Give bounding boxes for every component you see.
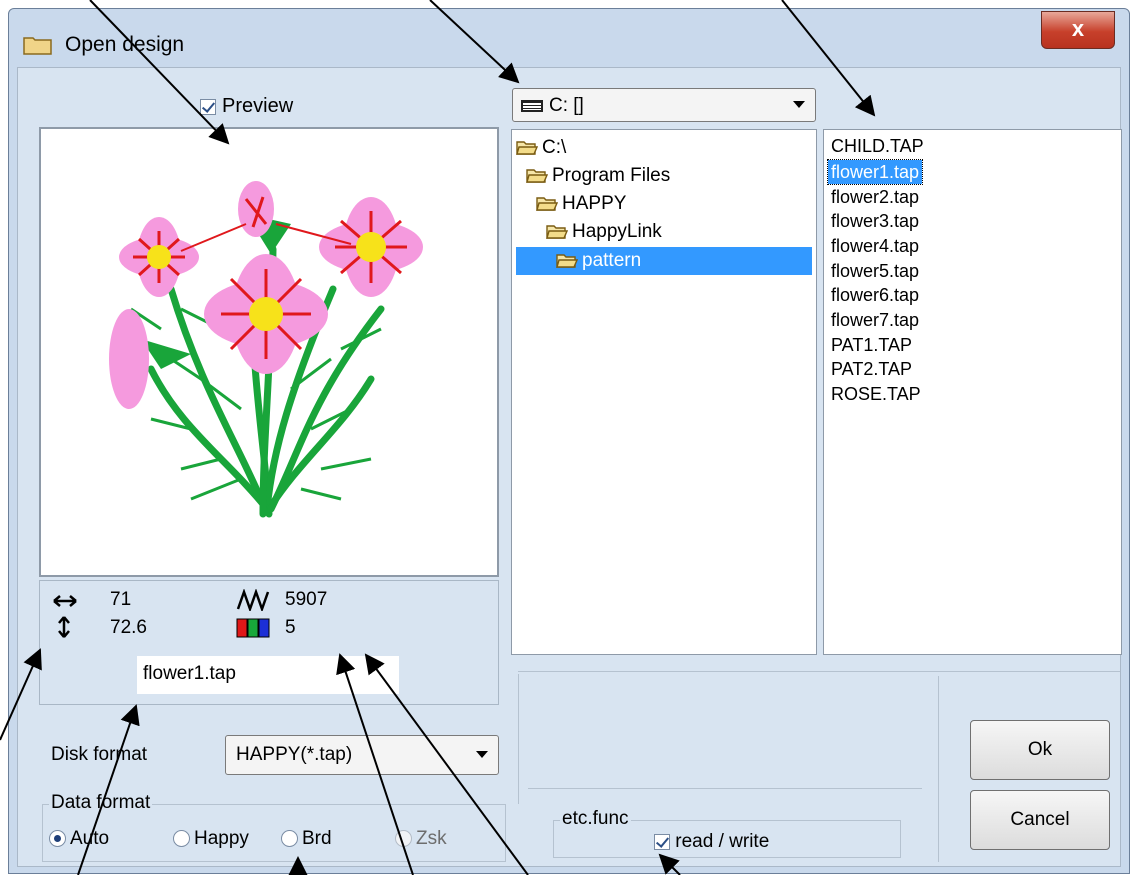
open-design-dialog: Open design x Preview 71 72.6 5907 5 flo… xyxy=(8,8,1130,874)
close-button[interactable]: x xyxy=(1041,11,1115,49)
width-arrow-icon xyxy=(53,595,77,607)
list-item-selected[interactable]: flower1.tap xyxy=(826,159,924,185)
tree-item-pattern[interactable]: pattern xyxy=(516,247,812,275)
design-preview xyxy=(39,127,499,577)
color-spools-icon xyxy=(236,618,270,638)
file-list[interactable]: CHILD.TAP flower1.tap flower2.tap flower… xyxy=(823,129,1122,655)
separator xyxy=(938,676,939,862)
folder-open-icon xyxy=(526,169,548,183)
disk-format-value: HAPPY(*.tap) xyxy=(236,744,353,765)
folder-open-icon xyxy=(546,225,568,239)
list-item[interactable]: PAT2.TAP xyxy=(828,357,915,381)
tree-item-root[interactable]: C:\ xyxy=(516,134,566,162)
drive-icon xyxy=(521,100,543,112)
window-title: Open design xyxy=(65,33,185,56)
list-item[interactable]: flower5.tap xyxy=(828,259,922,283)
title-bar[interactable]: Open design x xyxy=(9,9,1129,67)
list-item[interactable]: CHILD.TAP xyxy=(828,134,927,158)
width-value: 71 xyxy=(110,589,132,610)
etc-func-group: etc.func read / write xyxy=(553,808,901,858)
list-item[interactable]: flower4.tap xyxy=(828,234,922,258)
checkbox-checked-icon[interactable] xyxy=(654,833,670,850)
preview-label: Preview xyxy=(222,95,294,118)
height-arrow-icon xyxy=(58,616,70,638)
tree-item-happy[interactable]: HAPPY xyxy=(536,190,626,218)
radio-selected-icon xyxy=(49,830,66,848)
directory-tree[interactable]: C:\ Program Files HAPPY HappyLink patter… xyxy=(511,129,817,655)
chevron-down-icon xyxy=(476,751,488,758)
drive-select[interactable]: C: [] xyxy=(512,88,816,122)
flower-design-image xyxy=(109,181,423,518)
cancel-button[interactable]: Cancel xyxy=(970,790,1110,850)
data-format-title: Data format xyxy=(49,792,153,814)
preview-checkbox[interactable]: Preview xyxy=(200,95,293,118)
list-item[interactable]: flower2.tap xyxy=(828,185,922,209)
filename-field[interactable]: flower1.tap xyxy=(137,656,399,694)
separator xyxy=(518,674,519,804)
folder-icon xyxy=(23,37,52,55)
data-format-group: Data format Auto Happy Brd Zsk xyxy=(42,792,506,862)
stitch-count-value: 5907 xyxy=(285,589,328,610)
color-count-value: 5 xyxy=(285,617,296,638)
list-item[interactable]: PAT1.TAP xyxy=(828,333,915,357)
chevron-down-icon xyxy=(793,101,805,108)
folder-open-icon xyxy=(556,254,578,268)
radio-icon xyxy=(281,830,298,848)
radio-auto[interactable]: Auto xyxy=(49,828,109,850)
radio-happy[interactable]: Happy xyxy=(173,828,249,850)
list-item[interactable]: flower6.tap xyxy=(828,283,922,307)
disk-format-label: Disk format xyxy=(51,744,148,765)
separator xyxy=(528,788,922,789)
disk-format-select[interactable]: HAPPY(*.tap) xyxy=(225,735,499,775)
radio-brd[interactable]: Brd xyxy=(281,828,332,850)
list-item[interactable]: ROSE.TAP xyxy=(828,382,924,406)
stitch-count-icon xyxy=(236,589,270,611)
close-icon: x xyxy=(1071,16,1085,41)
separator xyxy=(518,671,1120,672)
tree-item-program-files[interactable]: Program Files xyxy=(526,162,670,190)
drive-value: C: [] xyxy=(549,95,584,116)
radio-icon xyxy=(173,830,190,848)
folder-open-icon xyxy=(536,197,558,211)
radio-disabled-icon xyxy=(395,830,412,848)
dialog-client: Preview 71 72.6 5907 5 flower1.tap Disk … xyxy=(17,67,1122,867)
radio-zsk: Zsk xyxy=(395,828,447,850)
folder-open-icon xyxy=(516,141,538,155)
checkbox-checked-icon[interactable] xyxy=(200,98,216,115)
design-info-panel: 71 72.6 5907 5 flower1.tap xyxy=(39,580,499,705)
etc-func-title: etc.func xyxy=(560,808,631,830)
tree-item-happylink[interactable]: HappyLink xyxy=(546,218,662,246)
list-item[interactable]: flower3.tap xyxy=(828,209,922,233)
ok-button[interactable]: Ok xyxy=(970,720,1110,780)
read-write-checkbox[interactable]: read / write xyxy=(654,831,769,853)
height-value: 72.6 xyxy=(110,617,147,638)
list-item[interactable]: flower7.tap xyxy=(828,308,922,332)
